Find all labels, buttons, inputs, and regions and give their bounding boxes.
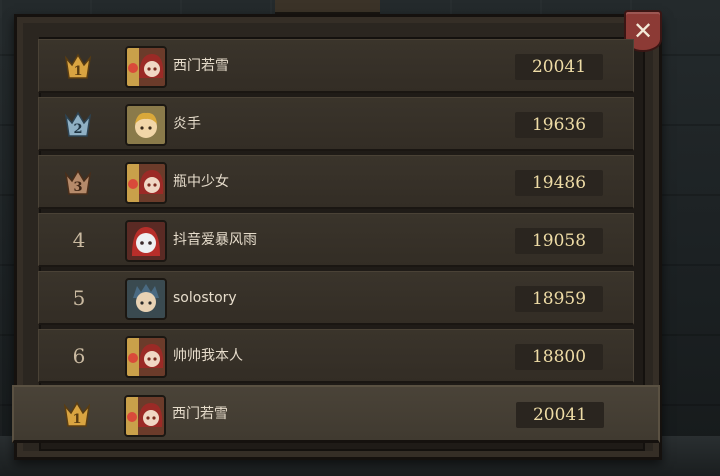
background-plank: [275, 0, 380, 14]
leaderboard-row[interactable]: 5 solostory 18959: [38, 271, 634, 325]
avatar[interactable]: [124, 395, 166, 437]
player-score: 19486: [515, 170, 603, 196]
avatar[interactable]: [125, 162, 167, 204]
player-name: 抖音爱暴风雨: [173, 232, 257, 248]
leaderboard-row[interactable]: 6 帅帅我本人 18800: [38, 329, 634, 383]
rank-number: 4: [72, 228, 86, 252]
player-name: solostory: [173, 290, 237, 306]
avatar[interactable]: [125, 220, 167, 262]
leaderboard-row[interactable]: 4 抖音爱暴风雨 19058: [38, 213, 634, 267]
player-score: 19058: [515, 228, 603, 254]
player-name: 西门若雪: [173, 58, 229, 74]
player-name: 帅帅我本人: [173, 348, 243, 364]
self-rank-row[interactable]: 1 西门若雪 20041: [12, 385, 660, 443]
rank-label: 1: [72, 412, 81, 427]
close-icon: ✕: [632, 17, 654, 45]
player-name: 瓶中少女: [173, 174, 229, 190]
avatar[interactable]: [125, 104, 167, 146]
player-score: 19636: [515, 112, 603, 138]
leaderboard-row[interactable]: 3 瓶中少女 19486: [38, 155, 634, 209]
gold-crown-medal-icon: 1: [62, 400, 92, 430]
silver-crown-medal-icon: 2: [63, 110, 93, 140]
rank-number: 6: [72, 344, 86, 368]
leaderboard-row[interactable]: 2 炎手 19636: [38, 97, 634, 151]
rank-number: 5: [72, 286, 86, 310]
leaderboard-row[interactable]: 1 西门若雪 20041: [38, 39, 634, 93]
player-name: 西门若雪: [172, 406, 228, 422]
bronze-crown-medal-icon: 3: [63, 168, 93, 198]
player-score: 18959: [515, 286, 603, 312]
avatar[interactable]: [125, 46, 167, 88]
rank-label: 1: [73, 64, 82, 79]
player-score: 20041: [515, 54, 603, 80]
rank-label: 3: [73, 180, 82, 195]
player-score: 18800: [515, 344, 603, 370]
avatar[interactable]: [125, 336, 167, 378]
avatar[interactable]: [125, 278, 167, 320]
gold-crown-medal-icon: 1: [63, 52, 93, 82]
player-name: 炎手: [173, 116, 201, 132]
player-score: 20041: [516, 402, 604, 428]
rank-label: 2: [73, 122, 82, 137]
